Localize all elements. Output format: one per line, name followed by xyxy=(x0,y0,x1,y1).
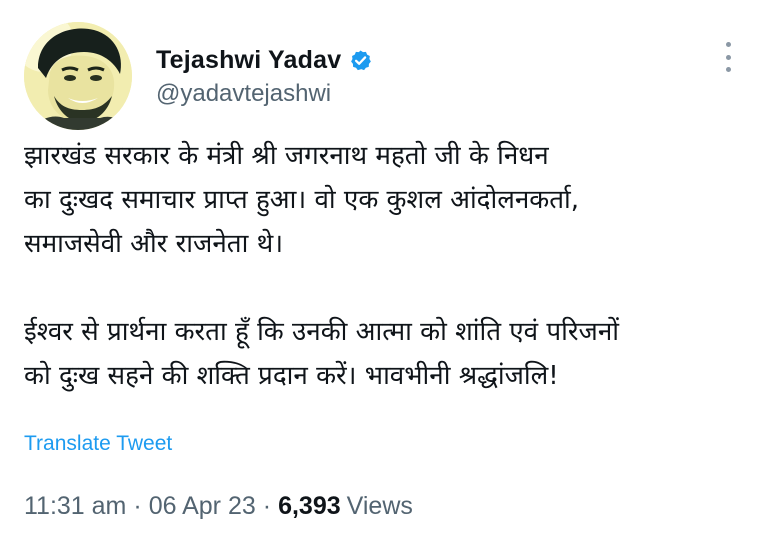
verified-badge-icon xyxy=(349,49,372,72)
meta-separator: · xyxy=(262,492,272,520)
avatar[interactable] xyxy=(24,22,132,130)
tweet-card: Tejashwi Yadav @yadavtejashwi झारखंड सरक… xyxy=(0,0,768,541)
user-handle[interactable]: @yadavtejashwi xyxy=(156,80,372,108)
tweet-paragraph: झारखंड सरकार के मंत्री श्री जगरनाथ महतो … xyxy=(24,141,580,259)
translate-tweet-link[interactable]: Translate Tweet xyxy=(24,432,172,456)
more-dot xyxy=(725,42,731,47)
tweet-text: झारखंड सरकार के मंत्री श्री जगरनाथ महतो … xyxy=(24,134,754,398)
more-options-icon[interactable] xyxy=(718,42,738,72)
views-label[interactable]: Views xyxy=(347,492,413,521)
tweet-time[interactable]: 11:31 am xyxy=(24,492,126,521)
tweet-header: Tejashwi Yadav @yadavtejashwi xyxy=(24,22,744,132)
name-row: Tejashwi Yadav xyxy=(156,44,372,76)
meta-separator: · xyxy=(133,492,142,520)
tweet-meta: 11:31 am · 06 Apr 23 · 6,393 Views xyxy=(24,492,413,521)
more-dot xyxy=(725,67,731,72)
views-count[interactable]: 6,393 xyxy=(278,492,341,521)
tweet-date[interactable]: 06 Apr 23 xyxy=(149,492,256,521)
tweet-paragraph: ईश्वर से प्रार्थना करता हूँ कि उनकी आत्म… xyxy=(24,317,619,391)
display-name[interactable]: Tejashwi Yadav xyxy=(156,46,341,75)
avatar-image xyxy=(24,22,132,130)
more-dot xyxy=(725,54,731,60)
author-info: Tejashwi Yadav @yadavtejashwi xyxy=(156,44,372,108)
